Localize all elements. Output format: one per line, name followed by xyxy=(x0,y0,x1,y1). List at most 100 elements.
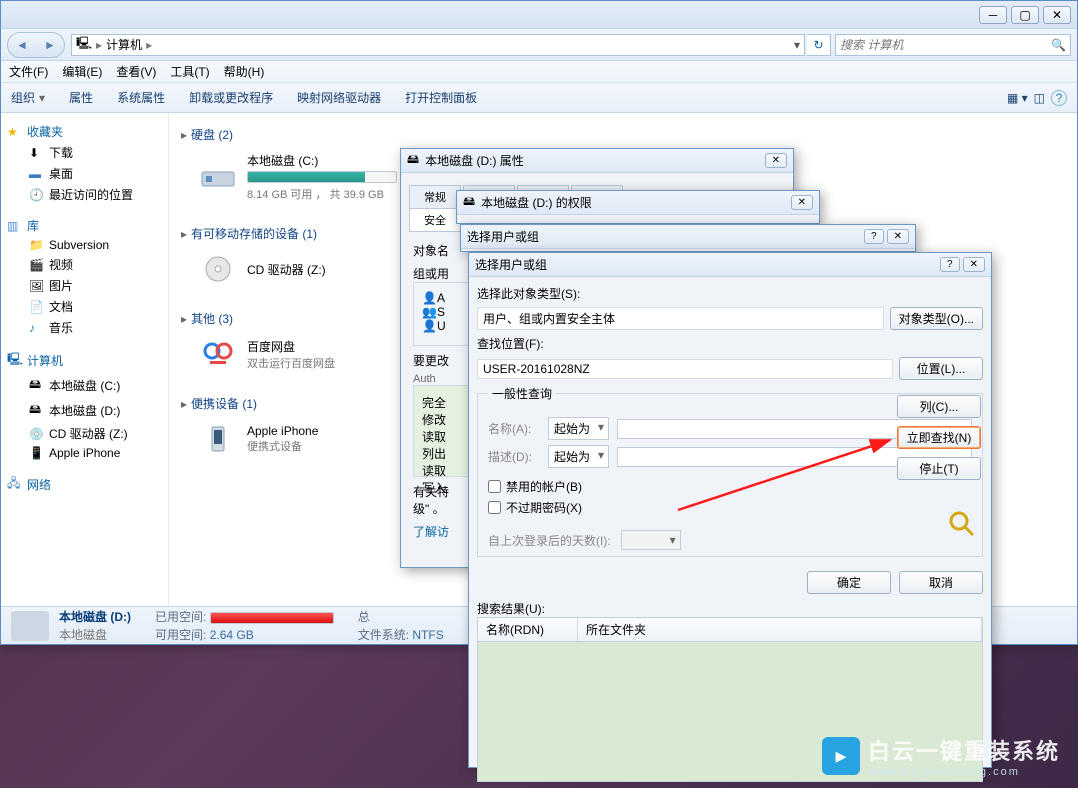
sidebar-item-iphone[interactable]: 📱Apple iPhone xyxy=(1,444,168,462)
menu-file[interactable]: 文件(F) xyxy=(9,63,48,80)
toolbar-control-panel[interactable]: 打开控制面板 xyxy=(405,89,477,106)
drive-c-name: 本地磁盘 (C:) xyxy=(247,152,397,169)
properties-dialog-title[interactable]: 🖴 本地磁盘 (D:) 属性 ✕ xyxy=(401,149,793,173)
sidebar-network[interactable]: 🖧网络 xyxy=(1,472,168,497)
iphone-name: Apple iPhone xyxy=(247,424,318,438)
close-button[interactable]: ✕ xyxy=(1043,6,1071,24)
non-expiring-checkbox[interactable] xyxy=(488,501,501,514)
days-label: 自上次登录后的天数(I): xyxy=(488,532,611,549)
phone-icon: 📱 xyxy=(29,446,45,460)
name-match-combo[interactable]: 起始为 xyxy=(548,417,609,440)
results-label: 搜索结果(U): xyxy=(477,600,983,617)
select-users-title-1[interactable]: 选择用户或组 ? ✕ xyxy=(461,225,915,249)
sidebar-item-pictures[interactable]: 🖼图片 xyxy=(1,275,168,296)
sidebar-item-drive-c[interactable]: 🖴本地磁盘 (C:) xyxy=(1,373,168,398)
maximize-button[interactable]: ▢ xyxy=(1011,6,1039,24)
permissions-dialog-title[interactable]: 🖴 本地磁盘 (D:) 的权限 ✕ xyxy=(457,191,819,215)
sidebar-item-music[interactable]: ♪音乐 xyxy=(1,317,168,338)
view-mode-icon[interactable]: ▦ ▾ xyxy=(1007,91,1028,105)
dropdown-icon[interactable]: ▾ xyxy=(794,38,800,52)
minimize-button[interactable]: ─ xyxy=(979,6,1007,24)
ok-button[interactable]: 确定 xyxy=(807,571,891,594)
sidebar-item-drive-d[interactable]: 🖴本地磁盘 (D:) xyxy=(1,398,168,423)
col-folder[interactable]: 所在文件夹 xyxy=(578,618,982,641)
sidebar-item-recent[interactable]: 🕘最近访问的位置 xyxy=(1,184,168,205)
toolbar-system-properties[interactable]: 系统属性 xyxy=(117,89,165,106)
location-value: USER-20161028NZ xyxy=(477,359,893,379)
baidu-icon xyxy=(197,336,239,372)
results-header: 名称(RDN) 所在文件夹 xyxy=(477,617,983,642)
close-icon[interactable]: ✕ xyxy=(963,257,985,272)
find-now-button[interactable]: 立即查找(N) xyxy=(897,426,981,449)
video-icon: 🎬 xyxy=(29,258,45,272)
sidebar-favorites[interactable]: ★收藏夹 xyxy=(1,121,168,142)
breadcrumb[interactable]: 🖳 ▸ 计算机 ▸ ▾ xyxy=(71,34,805,56)
computer-icon: 🖳 xyxy=(76,34,92,55)
toolbar-uninstall[interactable]: 卸载或更改程序 xyxy=(189,89,273,106)
phone-icon xyxy=(197,421,239,457)
columns-button[interactable]: 列(C)... xyxy=(897,395,981,418)
library-icon: ▥ xyxy=(7,219,23,233)
sb-sel-type: 本地磁盘 xyxy=(59,626,131,643)
tab-general[interactable]: 常规 xyxy=(409,185,461,208)
sidebar-item-cd-drive[interactable]: 💿CD 驱动器 (Z:) xyxy=(1,423,168,444)
used-bar xyxy=(210,612,334,624)
sidebar-libraries[interactable]: ▥库 xyxy=(1,215,168,236)
disabled-accounts-checkbox[interactable] xyxy=(488,480,501,493)
refresh-button[interactable]: ↻ xyxy=(807,34,831,56)
picture-icon: 🖼 xyxy=(29,279,45,293)
music-icon: ♪ xyxy=(29,321,45,335)
group-icon: 👥 xyxy=(422,305,437,319)
select-users-dialog-1: 选择用户或组 ? ✕ xyxy=(460,224,916,252)
toolbar-organize[interactable]: 组织 ▾ xyxy=(11,89,45,106)
close-icon[interactable]: ✕ xyxy=(765,153,787,168)
forward-icon[interactable]: ► xyxy=(36,38,64,52)
menu-help[interactable]: 帮助(H) xyxy=(224,63,265,80)
name-label: 名称(A): xyxy=(488,420,548,437)
sidebar-item-subversion[interactable]: 📁Subversion xyxy=(1,236,168,254)
drive-icon xyxy=(197,159,239,195)
toolbar-map-drive[interactable]: 映射网络驱动器 xyxy=(297,89,381,106)
select-users-title-2[interactable]: 选择用户或组 ? ✕ xyxy=(469,253,991,277)
sidebar-item-video[interactable]: 🎬视频 xyxy=(1,254,168,275)
preview-pane-icon[interactable]: ◫ xyxy=(1034,91,1045,105)
help-icon[interactable]: ? xyxy=(940,257,960,272)
desc-match-combo[interactable]: 起始为 xyxy=(548,445,609,468)
days-combo[interactable] xyxy=(621,530,681,550)
cancel-button[interactable]: 取消 xyxy=(899,571,983,594)
general-query-tab: 一般性查询 xyxy=(488,385,556,402)
close-icon[interactable]: ✕ xyxy=(887,229,909,244)
object-types-button[interactable]: 对象类型(O)... xyxy=(890,307,983,330)
computer-icon: 🖳 xyxy=(7,350,23,371)
search-input[interactable] xyxy=(840,38,1051,52)
search-icon xyxy=(947,509,977,540)
menu-edit[interactable]: 编辑(E) xyxy=(62,63,102,80)
titlebar: ─ ▢ ✕ xyxy=(1,1,1077,29)
sidebar-item-desktop[interactable]: ▬桌面 xyxy=(1,163,168,184)
locations-button[interactable]: 位置(L)... xyxy=(899,357,983,380)
watermark-logo-icon: ▸ xyxy=(822,737,860,775)
breadcrumb-item[interactable]: 计算机 xyxy=(106,36,142,53)
toolbar-properties[interactable]: 属性 xyxy=(69,89,93,106)
menu-tools[interactable]: 工具(T) xyxy=(170,63,209,80)
cd-icon xyxy=(197,251,239,287)
sidebar-computer[interactable]: 🖳计算机 xyxy=(1,348,168,373)
close-icon[interactable]: ✕ xyxy=(791,195,813,210)
help-icon[interactable]: ? xyxy=(864,229,884,244)
sidebar-item-documents[interactable]: 📄文档 xyxy=(1,296,168,317)
back-icon[interactable]: ◄ xyxy=(8,38,36,52)
sidebar-item-downloads[interactable]: ⬇下载 xyxy=(1,142,168,163)
user-icon: 👤 xyxy=(422,291,437,305)
sb-sel-name: 本地磁盘 (D:) xyxy=(59,608,131,625)
help-icon[interactable]: ? xyxy=(1051,90,1067,106)
search-box[interactable]: 🔍 xyxy=(835,34,1071,56)
search-icon[interactable]: 🔍 xyxy=(1051,38,1066,52)
col-name[interactable]: 名称(RDN) xyxy=(478,618,578,641)
sidebar: ★收藏夹 ⬇下载 ▬桌面 🕘最近访问的位置 ▥库 📁Subversion 🎬视频… xyxy=(1,113,169,606)
menu-view[interactable]: 查看(V) xyxy=(116,63,156,80)
network-icon: 🖧 xyxy=(7,474,23,495)
tab-security[interactable]: 安全 xyxy=(409,208,461,231)
category-hdd[interactable]: 硬盘 (2) xyxy=(181,123,1065,146)
object-type-value: 用户、组或内置安全主体 xyxy=(477,307,884,330)
stop-button[interactable]: 停止(T) xyxy=(897,457,981,480)
